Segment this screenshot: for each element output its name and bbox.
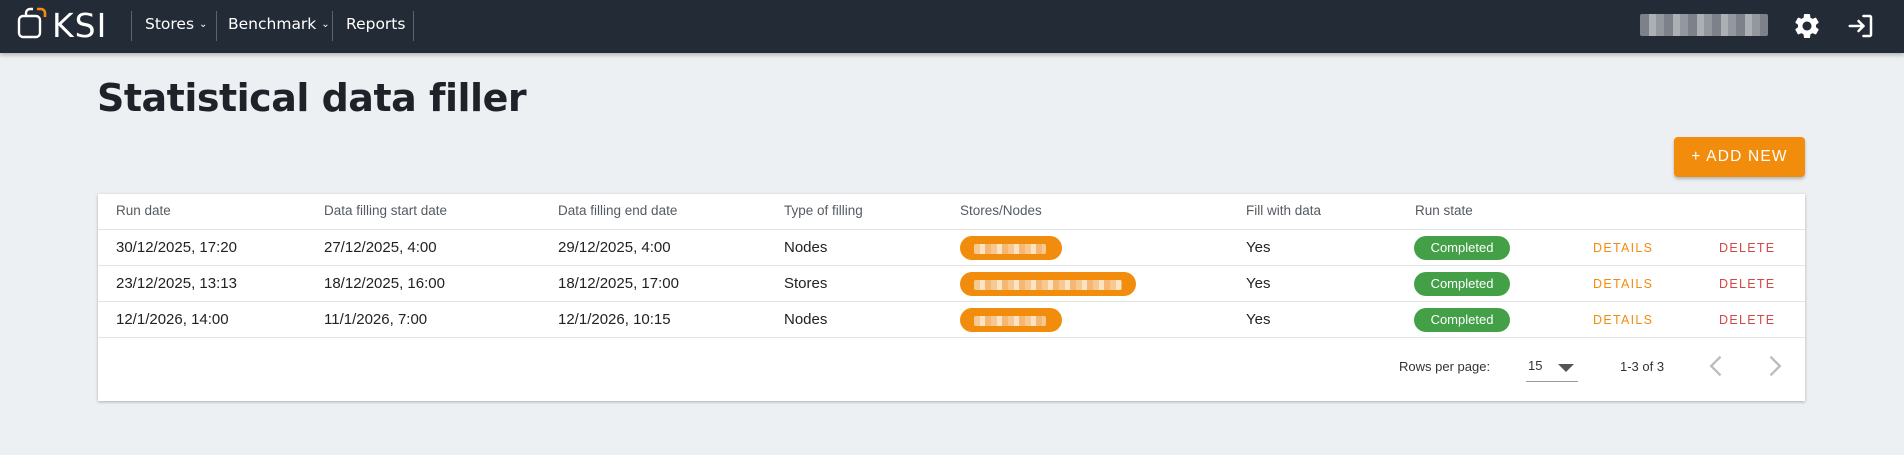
cell-run-date: 12/1/2026, 14:00: [116, 311, 229, 328]
cell-type: Stores: [784, 275, 828, 292]
rows-per-page-label: Rows per page:: [1399, 359, 1491, 374]
cell-fill-with-data: Yes: [1246, 275, 1271, 292]
cell-fill-with-data: Yes: [1246, 311, 1271, 328]
redacted-text: [974, 280, 1122, 290]
cell-end-date: 29/12/2025, 4:00: [558, 239, 671, 256]
table-row: 30/12/2025, 17:20 27/12/2025, 4:00 29/12…: [98, 230, 1805, 266]
cell-end-date: 12/1/2026, 10:15: [558, 311, 671, 328]
settings-gear-icon[interactable]: [1792, 11, 1822, 41]
logo-text: KSI: [52, 6, 108, 45]
chevron-left-icon: [1709, 355, 1722, 377]
nav-divider: [216, 11, 217, 41]
delete-button[interactable]: DELETE: [1719, 302, 1775, 338]
next-page-button[interactable]: [1760, 352, 1788, 380]
cell-end-date: 18/12/2025, 17:00: [558, 275, 679, 292]
store-node-chip[interactable]: [960, 272, 1136, 296]
delete-button[interactable]: DELETE: [1719, 230, 1775, 266]
nav-divider: [131, 11, 132, 41]
table-row: 12/1/2026, 14:00 11/1/2026, 7:00 12/1/20…: [98, 302, 1805, 338]
cell-start-date: 18/12/2025, 16:00: [324, 275, 445, 292]
nav-stores-label: Stores: [145, 15, 195, 33]
runs-table-card: Run date Data filling start date Data fi…: [98, 194, 1805, 401]
chevron-down-icon: ⌄: [199, 19, 208, 30]
column-header-stores-nodes[interactable]: Stores/Nodes: [960, 194, 1042, 228]
cell-start-date: 11/1/2026, 7:00: [324, 311, 428, 328]
status-badge: Completed: [1414, 236, 1510, 260]
ksi-logo[interactable]: KSI: [16, 5, 112, 45]
cell-fill-with-data: Yes: [1246, 239, 1271, 256]
rows-per-page-value: 15: [1528, 358, 1543, 373]
rows-per-page-select[interactable]: 15: [1526, 348, 1578, 382]
nav-divider: [413, 11, 414, 41]
column-header-run-state[interactable]: Run state: [1415, 194, 1473, 228]
logout-icon[interactable]: [1846, 11, 1876, 41]
store-node-chip[interactable]: [960, 308, 1062, 332]
chevron-down-icon: ⌄: [321, 19, 330, 30]
page-title: Statistical data filler: [97, 76, 527, 120]
column-header-end-date[interactable]: Data filling end date: [558, 194, 677, 228]
nav-benchmark-label: Benchmark: [228, 15, 317, 33]
table-header-row: Run date Data filling start date Data fi…: [98, 194, 1805, 230]
nav-divider: [332, 11, 333, 41]
status-badge: Completed: [1414, 272, 1510, 296]
previous-page-button[interactable]: [1703, 352, 1731, 380]
cell-run-date: 23/12/2025, 13:13: [116, 275, 237, 292]
column-header-fill-with-data[interactable]: Fill with data: [1246, 194, 1321, 228]
nav-reports-label: Reports: [346, 15, 406, 33]
table-row: 23/12/2025, 13:13 18/12/2025, 16:00 18/1…: [98, 266, 1805, 302]
details-button[interactable]: DETAILS: [1593, 302, 1653, 338]
user-name-redacted: [1640, 14, 1768, 36]
store-node-chip[interactable]: [960, 236, 1062, 260]
nav-benchmark-menu[interactable]: Benchmark ⌄: [228, 0, 330, 49]
logo-mark-icon: [17, 7, 47, 39]
add-new-button[interactable]: + ADD NEW: [1674, 137, 1805, 177]
redacted-text: [974, 316, 1046, 326]
status-badge: Completed: [1414, 308, 1510, 332]
nav-stores-menu[interactable]: Stores ⌄: [145, 0, 207, 49]
dropdown-arrow-icon: [1558, 364, 1574, 372]
cell-type: Nodes: [784, 311, 828, 328]
column-header-start-date[interactable]: Data filling start date: [324, 194, 447, 228]
cell-run-date: 30/12/2025, 17:20: [116, 239, 237, 256]
redacted-text: [974, 244, 1046, 254]
cell-type: Nodes: [784, 239, 828, 256]
top-navigation-bar: KSI Stores ⌄ Benchmark ⌄ Reports: [0, 0, 1904, 53]
nav-reports-link[interactable]: Reports: [346, 0, 405, 49]
details-button[interactable]: DETAILS: [1593, 230, 1653, 266]
column-header-run-date[interactable]: Run date: [116, 194, 171, 228]
column-header-type[interactable]: Type of filling: [784, 194, 863, 228]
chevron-right-icon: [1769, 355, 1782, 377]
details-button[interactable]: DETAILS: [1593, 266, 1653, 302]
cell-start-date: 27/12/2025, 4:00: [324, 239, 437, 256]
pagination-range: 1-3 of 3: [1620, 359, 1665, 374]
delete-button[interactable]: DELETE: [1719, 266, 1775, 302]
